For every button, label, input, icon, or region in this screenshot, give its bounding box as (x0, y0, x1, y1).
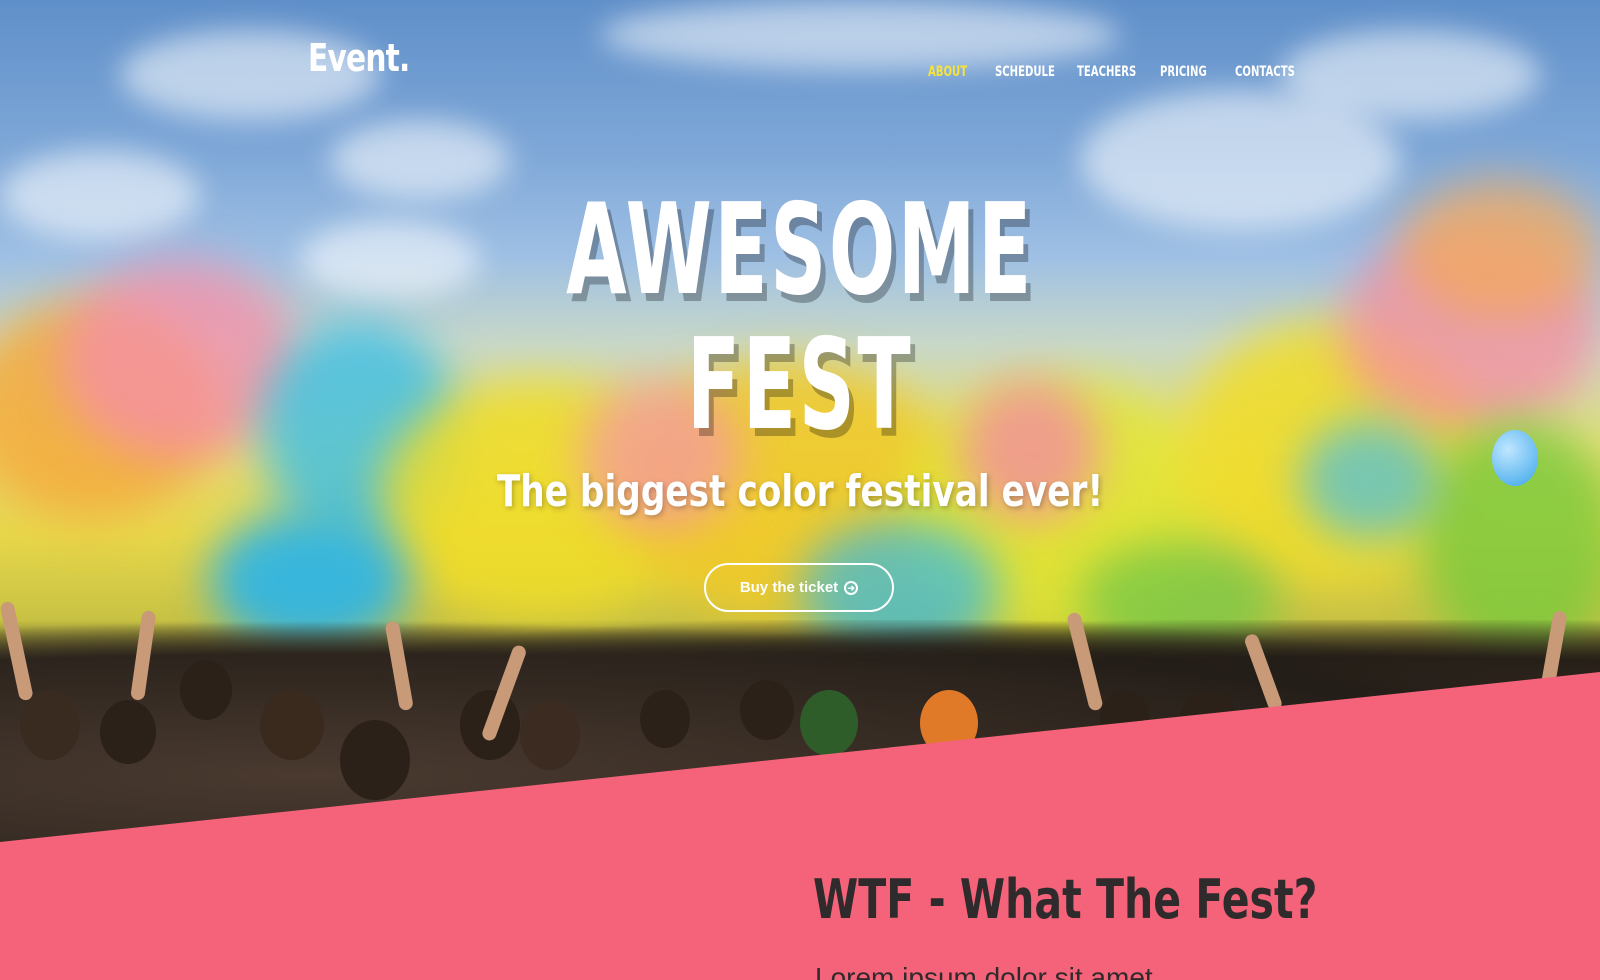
hero-title-line1: AWESOME (566, 176, 1034, 323)
nav-item-contacts[interactable]: CONTACTS (1235, 64, 1295, 80)
buy-ticket-button[interactable]: Buy the ticket ➜ (704, 563, 894, 612)
main-nav: ABOUT SCHEDULE TEACHERS PRICING CONTACTS (0, 64, 1600, 84)
nav-item-teachers[interactable]: TEACHERS (1077, 64, 1136, 80)
about-section-title: WTF - What The Fest? (813, 868, 1318, 931)
nav-item-pricing[interactable]: PRICING (1160, 64, 1207, 80)
hero-tagline: The biggest color festival ever! (496, 466, 1104, 517)
arrow-circle-right-icon: ➜ (844, 580, 859, 595)
buy-ticket-label: Buy the ticket (739, 579, 839, 596)
about-section-text: Lorem ipsum dolor sit amet (815, 962, 1153, 980)
nav-item-schedule[interactable]: SCHEDULE (995, 64, 1055, 80)
hero-title-line2: FEST (686, 311, 914, 458)
nav-item-about[interactable]: ABOUT (928, 64, 967, 80)
